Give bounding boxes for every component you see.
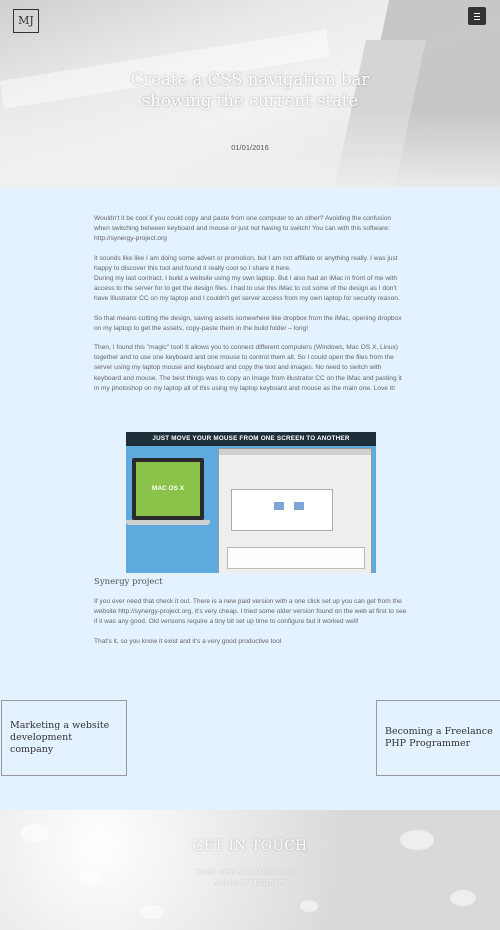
article-content: Wouldn't it be cool if you could copy an… xyxy=(0,187,500,810)
hero-header: MJ Create a CSS navigation bar showing t… xyxy=(0,0,500,187)
synergy-window xyxy=(218,448,372,573)
article-paragraph: It sounds like like I am doing some adve… xyxy=(94,254,398,272)
page-title: Create a CSS navigation bar showing the … xyxy=(130,70,370,110)
article-paragraph: Then, I found this "magic" tool! It allo… xyxy=(94,344,402,392)
laptop-screen-label: MAC OS X xyxy=(136,462,200,516)
next-post-link[interactable]: Becoming a Freelance PHP Programmer xyxy=(376,700,500,776)
site-logo[interactable]: MJ xyxy=(13,9,39,33)
laptop-base xyxy=(126,520,210,525)
article-paragraph: That's it, so you know it exist and it's… xyxy=(94,637,282,645)
post-date: 01/01/2016 xyxy=(231,143,269,152)
previous-post-title: Marketing a website development company xyxy=(10,720,110,755)
article-paragraph: If you ever need that check it out. Ther… xyxy=(94,598,407,626)
log-panel xyxy=(227,547,365,569)
image-caption: Synergy project xyxy=(94,577,163,587)
contact-footer: GET IN TOUCH Email: mjerred.work@gmail.c… xyxy=(0,810,500,930)
laptop-icon: MAC OS X xyxy=(132,458,204,520)
article-body-continued: If you ever need that check it out. Ther… xyxy=(94,597,408,656)
contact-mobile[interactable]: Mobile: 07742615973 xyxy=(150,878,350,887)
footer-heading: GET IN TOUCH xyxy=(192,838,308,854)
screen-grid xyxy=(231,489,333,531)
previous-post-link[interactable]: Marketing a website development company xyxy=(1,700,127,776)
hamburger-menu-icon[interactable] xyxy=(468,7,486,25)
next-post-title: Becoming a Freelance PHP Programmer xyxy=(385,726,493,749)
article-paragraph: So that means cutting the design, saving… xyxy=(94,314,402,332)
synergy-screenshot-image: JUST MOVE YOUR MOUSE FROM ONE SCREEN TO … xyxy=(126,432,376,573)
contact-email[interactable]: Email: mjerred.work@gmail.com xyxy=(150,867,350,876)
article-paragraph: Wouldn't it be cool if you could copy an… xyxy=(94,215,392,243)
article-body: Wouldn't it be cool if you could copy an… xyxy=(94,214,408,403)
image-banner-text: JUST MOVE YOUR MOUSE FROM ONE SCREEN TO … xyxy=(126,432,376,446)
article-paragraph: During my last contract, I build a websi… xyxy=(94,275,400,303)
